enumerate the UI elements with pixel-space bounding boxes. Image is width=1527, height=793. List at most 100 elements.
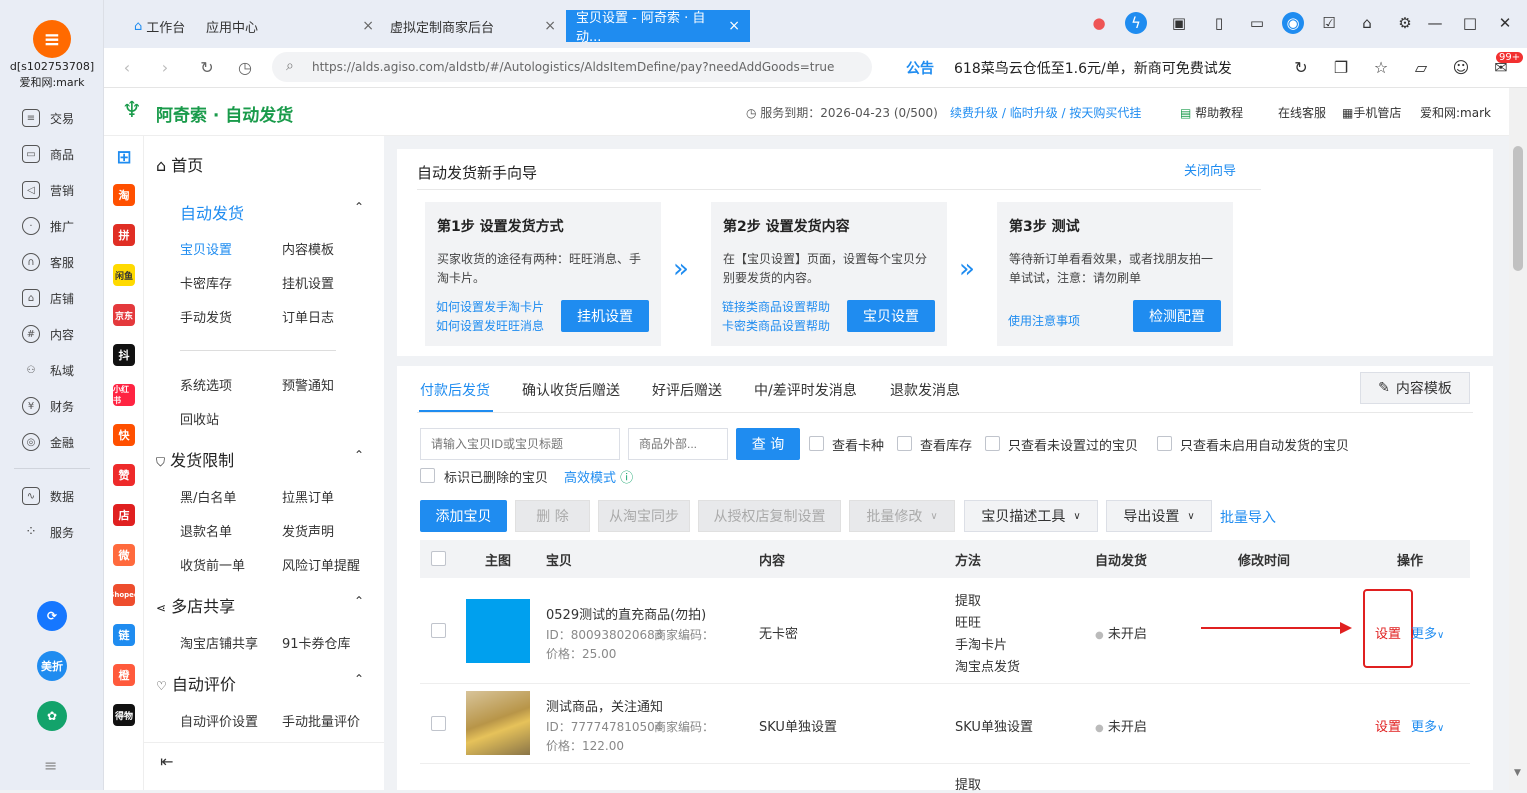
nav-blacklist[interactable]: 黑/白名单 — [180, 487, 236, 506]
batch-import-link[interactable]: 批量导入 — [1220, 507, 1276, 527]
chevron-up-icon[interactable]: ⌃ — [354, 672, 364, 686]
help-card-goods[interactable]: 卡密类商品设置帮助 — [722, 318, 830, 335]
chevron-up-icon[interactable]: ⌃ — [354, 200, 364, 214]
app-meizhe-icon[interactable]: 美折 — [37, 651, 67, 681]
close-window-icon[interactable]: ✕ — [1494, 12, 1516, 34]
only-unset-checkbox[interactable] — [985, 436, 1000, 451]
nav-91-warehouse[interactable]: 91卡券仓库 — [282, 633, 351, 652]
menu-collapse-icon[interactable]: ≡ — [44, 756, 57, 775]
close-guide-link[interactable]: 关闭向导 — [1184, 160, 1236, 179]
item-thumbnail[interactable] — [466, 599, 530, 663]
shirt-icon[interactable]: ⌂ — [1356, 12, 1378, 34]
nav-multi-shop[interactable]: ⋖ 多店共享 — [156, 593, 235, 617]
refresh-circle-icon[interactable]: ↻ — [1290, 56, 1312, 78]
online-cs-link[interactable]: 在线客服 — [1278, 104, 1326, 121]
rail-item-promo[interactable]: · 推广 — [22, 216, 102, 236]
settings-icon[interactable]: ⚙ — [1394, 12, 1416, 34]
temp-upgrade-link[interactable]: 临时升级 — [1010, 106, 1058, 120]
avatar-icon[interactable]: ● — [1088, 12, 1110, 34]
tab-item-settings[interactable]: 宝贝设置 - 阿奇索 · 自动... × — [566, 10, 750, 45]
rail-item-finance[interactable]: ¥ 财务 — [22, 396, 102, 416]
nav-alert[interactable]: 预警通知 — [282, 375, 334, 394]
app-logo[interactable]: ≡ — [33, 20, 71, 58]
show-stock-checkbox[interactable] — [897, 436, 912, 451]
star-icon[interactable]: ☆ — [1370, 56, 1392, 78]
nav-card-stock[interactable]: 卡密库存 — [180, 273, 232, 292]
channel-jd-icon[interactable]: 京东 — [113, 304, 135, 326]
nav-ship-statement[interactable]: 发货声明 — [282, 521, 334, 540]
help-circle-icon[interactable]: ⓘ — [620, 471, 633, 486]
help-link[interactable]: ▤ 帮助教程 — [1180, 104, 1243, 121]
channel-xianyu-icon[interactable]: 闲鱼 — [113, 264, 135, 286]
add-item-button[interactable]: 添加宝贝 — [420, 500, 507, 532]
rail-item-data[interactable]: ∿ 数据 — [22, 486, 102, 506]
buy-daily-link[interactable]: 按天购买代挂 — [1069, 106, 1141, 120]
history-icon[interactable]: ◷ — [234, 56, 256, 78]
copy-icon[interactable]: ❐ — [1330, 56, 1352, 78]
set-button[interactable]: 设置 — [1375, 623, 1401, 642]
nav-review-settings[interactable]: 自动评价设置 — [180, 711, 258, 730]
bolt-icon[interactable]: ϟ — [1125, 12, 1147, 34]
rail-item-shop[interactable]: ⌂ 店铺 — [22, 288, 102, 308]
query-button[interactable]: 查 询 — [736, 428, 800, 460]
row-checkbox[interactable] — [431, 716, 446, 731]
only-disabled-checkbox[interactable] — [1157, 436, 1172, 451]
maximize-icon[interactable]: □ — [1459, 12, 1481, 34]
show-card-type-checkbox[interactable] — [809, 436, 824, 451]
channel-grid-icon[interactable]: ⊞ — [113, 146, 135, 168]
rail-item-services[interactable]: ⁘ 服务 — [22, 522, 102, 542]
user-name[interactable]: 爱和网:mark — [1420, 104, 1491, 121]
help-link-goods[interactable]: 链接类商品设置帮助 — [722, 299, 830, 316]
tab-virtual-merchant[interactable]: 虚拟定制商家后台 × — [380, 10, 566, 42]
outer-code-input[interactable] — [628, 428, 728, 460]
item-thumbnail[interactable] — [466, 691, 530, 755]
renew-link[interactable]: 续费升级 — [950, 106, 998, 120]
rail-item-marketing[interactable]: ◁ 营销 — [22, 180, 102, 200]
forward-icon[interactable]: › — [154, 56, 176, 78]
channel-xiaohongshu-icon[interactable]: 小红书 — [113, 384, 135, 406]
mark-deleted-checkbox[interactable] — [420, 468, 435, 483]
folder-icon[interactable]: ▱ — [1410, 56, 1432, 78]
help-taobao-card-link[interactable]: 如何设置发手淘卡片 — [436, 299, 544, 316]
channel-youzan-icon[interactable]: 赞 — [113, 464, 135, 486]
collapse-nav-icon[interactable]: ⇤ — [160, 752, 173, 771]
tab-after-payment[interactable]: 付款后发货 — [420, 380, 490, 400]
channel-weidian-icon[interactable]: 微 — [113, 544, 135, 566]
nav-taobao-share[interactable]: 淘宝店铺共享 — [180, 633, 258, 652]
set-button[interactable]: 设置 — [1375, 716, 1401, 735]
note-icon[interactable]: ☑ — [1318, 12, 1340, 34]
item-settings-button[interactable]: 宝贝设置 — [847, 300, 935, 332]
rail-item-trade[interactable]: ≡ 交易 — [22, 108, 102, 128]
usage-notes-link[interactable]: 使用注意事项 — [1008, 313, 1080, 330]
export-settings-button[interactable]: 导出设置 ∨ — [1106, 500, 1212, 532]
tab-after-good-review[interactable]: 好评后赠送 — [652, 380, 722, 400]
batch-edit-button[interactable]: 批量修改 ∨ — [849, 500, 955, 532]
app-agiso-icon[interactable]: ⟳ — [37, 601, 67, 631]
channel-kuaishou-icon[interactable]: 快 — [113, 424, 135, 446]
nav-content-template[interactable]: 内容模板 — [282, 239, 334, 258]
scrollbar-thumb[interactable] — [1513, 146, 1523, 271]
nav-system-options[interactable]: 系统选项 — [180, 375, 232, 394]
channel-douyin-icon[interactable]: 抖 — [113, 344, 135, 366]
close-icon[interactable]: × — [728, 18, 740, 34]
channel-shop-icon[interactable]: 店 — [113, 504, 135, 526]
copy-auth-shop-button[interactable]: 从授权店复制设置 — [698, 500, 841, 532]
page-scrollbar[interactable]: ▼ — [1509, 88, 1527, 790]
tab-refund-message[interactable]: 退款发消息 — [890, 380, 960, 400]
check-config-button[interactable]: 检测配置 — [1133, 300, 1221, 332]
nav-recycle-bin[interactable]: 回收站 — [180, 409, 219, 428]
notice-text[interactable]: 618菜鸟云仓低至1.6元/单，新商可免费试发 — [954, 58, 1232, 78]
channel-link-icon[interactable]: 链 — [113, 624, 135, 646]
reload-icon[interactable]: ↻ — [196, 56, 218, 78]
nav-ship-limit[interactable]: ⛉ 发货限制 — [156, 447, 234, 471]
tab-bad-review[interactable]: 中/差评时发消息 — [754, 380, 857, 400]
emoji-icon[interactable]: ☺ — [1450, 56, 1472, 78]
select-all-checkbox[interactable] — [431, 551, 446, 566]
sync-taobao-button[interactable]: 从淘宝同步 — [598, 500, 690, 532]
nav-manual-ship[interactable]: 手动发货 — [180, 307, 232, 326]
more-dropdown[interactable]: 更多∨ — [1411, 716, 1444, 735]
item-title[interactable]: 测试商品，关注通知 — [546, 696, 663, 715]
nav-order-log[interactable]: 订单日志 — [282, 307, 334, 326]
help-wangwang-link[interactable]: 如何设置发旺旺消息 — [436, 318, 544, 335]
item-title[interactable]: 0529测试的直充商品(勿拍) — [546, 604, 706, 623]
